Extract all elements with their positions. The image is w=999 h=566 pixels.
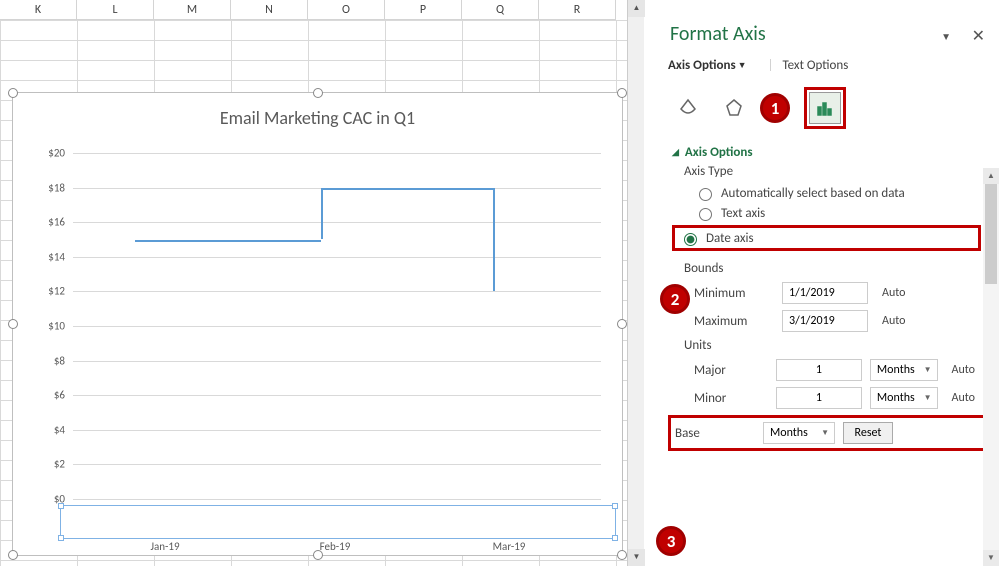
pane-title: Format Axis	[650, 0, 999, 56]
max-label: Maximum	[694, 314, 774, 329]
scroll-down-button[interactable]: ▼	[628, 549, 645, 566]
max-auto-link[interactable]: Auto	[876, 314, 911, 328]
min-label: Minimum	[694, 286, 774, 301]
tab-text-options[interactable]: Text Options	[782, 58, 848, 73]
resize-handle[interactable]	[617, 88, 627, 98]
minor-unit-dropdown[interactable]: Months	[870, 387, 938, 409]
pane-scrollbar[interactable]: ▲ ▼	[983, 168, 999, 566]
series-line	[493, 188, 495, 292]
fill-line-icon[interactable]	[672, 92, 704, 124]
major-value-input[interactable]	[776, 359, 862, 381]
axis-options-icon[interactable]	[809, 92, 841, 124]
chart-title[interactable]: Email Marketing CAC in Q1	[13, 93, 622, 135]
section-axis-options[interactable]: Axis Options	[672, 145, 981, 160]
close-button[interactable]: ✕	[972, 26, 985, 46]
col-O[interactable]: O	[308, 0, 385, 20]
axis-type-label: Axis Type	[684, 164, 981, 179]
pane-menu-caret[interactable]: ▼	[941, 30, 951, 43]
tab-axis-options[interactable]: Axis Options▼	[668, 58, 747, 73]
x-axis-selected[interactable]	[60, 505, 616, 539]
resize-handle[interactable]	[8, 88, 18, 98]
major-label: Major	[694, 363, 768, 378]
worksheet-scrollbar[interactable]: ▲ ▼	[627, 0, 644, 566]
max-input[interactable]	[782, 310, 868, 332]
base-unit-dropdown[interactable]: Months	[763, 422, 835, 444]
units-label: Units	[684, 338, 981, 353]
col-R[interactable]: R	[539, 0, 616, 20]
plot-area[interactable]: $20 $18 $16 $14 $12 $10 $8 $6 $4 $2 $0 J…	[35, 153, 601, 499]
scroll-up-button[interactable]: ▲	[628, 0, 645, 17]
pane-scroll-up[interactable]: ▲	[983, 168, 999, 184]
resize-handle[interactable]	[313, 88, 323, 98]
embedded-chart[interactable]: Email Marketing CAC in Q1 $20 $18 $16 $1…	[12, 92, 623, 556]
base-label: Base	[675, 426, 755, 441]
radio-text-axis[interactable]: Text axis	[694, 205, 981, 221]
resize-handle[interactable]	[617, 319, 627, 329]
axis-handle[interactable]	[58, 535, 64, 541]
series-line	[321, 188, 493, 190]
minor-label: Minor	[694, 391, 768, 406]
min-input[interactable]	[782, 282, 868, 304]
col-K[interactable]: K	[0, 0, 77, 20]
annotation-badge-3: 3	[656, 526, 686, 556]
annotation-badge-2: 2	[660, 284, 690, 314]
effects-icon[interactable]	[718, 92, 750, 124]
bounds-label: Bounds	[684, 261, 981, 276]
format-axis-pane: Format Axis ▼ ✕ Axis Options▼ | Text Opt…	[650, 0, 999, 566]
annotation-badge-1: 1	[760, 93, 790, 123]
x-tick: Feb-19	[305, 540, 365, 553]
resize-handle[interactable]	[8, 550, 18, 560]
min-auto-link[interactable]: Auto	[876, 286, 911, 300]
resize-handle[interactable]	[8, 319, 18, 329]
minor-auto-link[interactable]: Auto	[946, 391, 981, 405]
minor-value-input[interactable]	[776, 387, 862, 409]
major-auto-link[interactable]: Auto	[946, 363, 981, 377]
resize-handle[interactable]	[617, 550, 627, 560]
col-N[interactable]: N	[231, 0, 308, 20]
series-line	[135, 240, 321, 242]
pane-scroll-thumb[interactable]	[985, 184, 997, 284]
major-unit-dropdown[interactable]: Months	[870, 359, 938, 381]
axis-handle[interactable]	[612, 503, 618, 509]
radio-date-axis[interactable]: Date axis	[679, 230, 974, 246]
pane-scroll-down[interactable]: ▼	[983, 550, 999, 566]
axis-handle[interactable]	[612, 535, 618, 541]
radio-auto[interactable]: Automatically select based on data	[694, 185, 981, 201]
series-line	[321, 188, 323, 240]
column-headers: K L M N O P Q R	[0, 0, 640, 20]
x-tick: Jan-19	[135, 540, 195, 553]
x-tick: Mar-19	[479, 540, 539, 553]
axis-handle[interactable]	[58, 503, 64, 509]
col-L[interactable]: L	[77, 0, 154, 20]
col-P[interactable]: P	[385, 0, 462, 20]
reset-button[interactable]: Reset	[843, 422, 893, 444]
col-M[interactable]: M	[154, 0, 231, 20]
col-Q[interactable]: Q	[462, 0, 539, 20]
